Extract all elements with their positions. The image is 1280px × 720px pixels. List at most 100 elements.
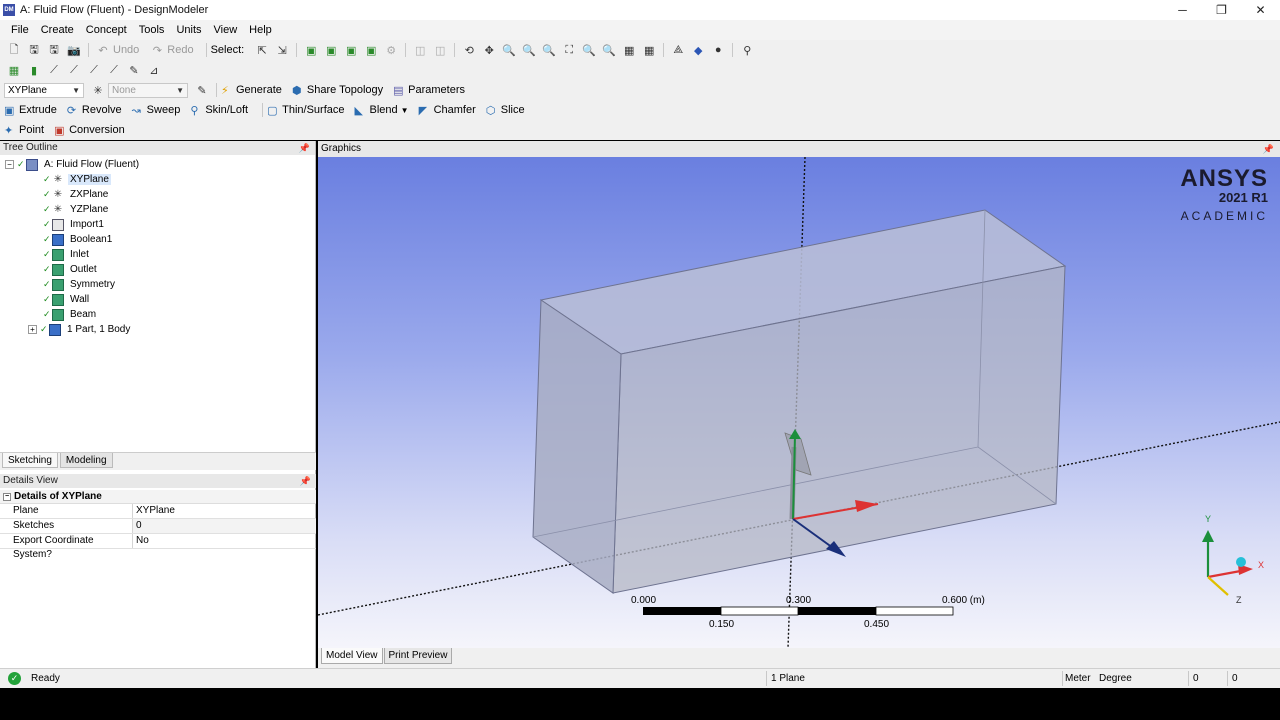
menu-view[interactable]: View — [208, 24, 244, 36]
details-value[interactable]: 0 — [133, 519, 316, 533]
menu-create[interactable]: Create — [35, 24, 80, 36]
box-select-icon[interactable]: ◫ — [412, 42, 428, 58]
details-value[interactable]: No — [133, 534, 316, 548]
display-model-icon[interactable]: ◆ — [690, 42, 706, 58]
tree-item-import1[interactable]: ✓ Import1 — [43, 217, 106, 232]
tab-modeling[interactable]: Modeling — [59, 453, 113, 468]
extrude-button[interactable]: ▣ Extrude — [4, 104, 57, 117]
generate-button[interactable]: ⚡ Generate — [221, 84, 282, 97]
new-icon[interactable]: 🗋 — [6, 42, 22, 58]
expand-icon[interactable]: + — [28, 325, 37, 334]
tree-item-parts[interactable]: + ✓ 1 Part, 1 Body — [28, 322, 132, 337]
new-plane-icon[interactable]: ✳ — [90, 82, 106, 98]
model-canvas[interactable] — [318, 157, 1280, 648]
edge-highlight-icon[interactable]: ✎ — [126, 62, 142, 78]
tree-item-yzplane[interactable]: ✓ ✳ YZPlane — [43, 202, 110, 217]
select-mode-icon[interactable]: ⇱ — [254, 42, 270, 58]
tree-item-outlet[interactable]: ✓ Outlet — [43, 262, 99, 277]
tree-item-wall[interactable]: ✓ Wall — [43, 292, 91, 307]
magnifier-icon[interactable]: 🔍 — [601, 42, 617, 58]
edge-vertex-icon[interactable]: ⊿ — [146, 62, 162, 78]
sketch-combo[interactable]: None ▼ — [108, 82, 188, 98]
conversion-button[interactable]: ▣ Conversion — [54, 124, 125, 137]
edge-options-icon[interactable]: ⟋ — [46, 62, 62, 78]
details-row-sketches[interactable]: Sketches 0 — [0, 519, 316, 534]
edge-coloring-icon[interactable]: ▮ — [26, 62, 42, 78]
tree-item-zxplane[interactable]: ✓ ✳ ZXPlane — [43, 187, 110, 202]
save-as-icon[interactable]: 🖫 — [46, 42, 62, 58]
sweep-button[interactable]: ↝ Sweep — [132, 104, 181, 117]
redo-icon[interactable]: ↷ — [149, 42, 165, 58]
slice-button[interactable]: ⬡ Slice — [486, 104, 525, 117]
new-sketch-icon[interactable]: ✎ — [194, 82, 210, 98]
pin-icon[interactable]: 📌 — [1263, 141, 1274, 157]
minimize-button[interactable]: ─ — [1163, 0, 1202, 20]
check-icon: ✓ — [43, 264, 51, 274]
pin-icon[interactable]: 📌 — [300, 474, 311, 488]
menu-units[interactable]: Units — [170, 24, 207, 36]
details-value[interactable]: XYPlane — [133, 504, 316, 518]
skinloft-button[interactable]: ⚲ Skin/Loft — [190, 104, 248, 117]
menu-help[interactable]: Help — [243, 24, 278, 36]
select-faces-icon[interactable]: ▣ — [343, 42, 359, 58]
menu-tools[interactable]: Tools — [133, 24, 171, 36]
chamfer-button[interactable]: ◤ Chamfer — [419, 104, 476, 117]
select-edges-icon[interactable]: ▣ — [323, 42, 339, 58]
tab-print-preview[interactable]: Print Preview — [383, 648, 453, 664]
pan-icon[interactable]: ✥ — [481, 42, 497, 58]
next-view-icon[interactable]: ▦ — [641, 42, 657, 58]
undo-button[interactable]: Undo — [113, 44, 139, 56]
menu-concept[interactable]: Concept — [80, 24, 133, 36]
select-bodies-icon[interactable]: ▣ — [363, 42, 379, 58]
close-button[interactable]: ✕ — [1241, 0, 1280, 20]
plane-combo[interactable]: XYPlane ▼ — [4, 82, 84, 98]
pin-icon[interactable]: 📌 — [299, 141, 310, 155]
zoom-fit-icon[interactable]: ⛶ — [561, 42, 577, 58]
rotate-icon[interactable]: ⟲ — [461, 42, 477, 58]
restore-button[interactable]: ❐ — [1202, 0, 1241, 20]
redo-button[interactable]: Redo — [167, 44, 193, 56]
undo-icon[interactable]: ↶ — [95, 42, 111, 58]
tree-item-inlet[interactable]: ✓ Inlet — [43, 247, 91, 262]
display-point-icon[interactable]: ● — [710, 42, 726, 58]
select-points-icon[interactable]: ▣ — [303, 42, 319, 58]
zoom-icon[interactable]: 🔍 — [501, 42, 517, 58]
tree-item-label: Import1 — [70, 219, 104, 230]
details-row-export[interactable]: Export Coordinate System? No — [0, 534, 316, 560]
collapse-icon[interactable]: − — [5, 160, 14, 169]
details-group-header[interactable]: − Details of XYPlane — [0, 490, 316, 504]
tree-item-boolean1[interactable]: ✓ Boolean1 — [43, 232, 114, 247]
blend-button[interactable]: ◣ Blend ▼ — [355, 104, 409, 117]
edge-thick-icon[interactable]: ⟋ — [86, 62, 102, 78]
thinsurface-button[interactable]: ▢ Thin/Surface — [267, 104, 344, 117]
tree-root[interactable]: − ✓ A: Fluid Flow (Fluent) — [5, 157, 141, 172]
previous-view-icon[interactable]: ▦ — [621, 42, 637, 58]
point-button[interactable]: ✦ Point — [4, 124, 44, 137]
revolve-button[interactable]: ⟳ Revolve — [67, 104, 122, 117]
extend-selection-icon[interactable]: ⚙ — [383, 42, 399, 58]
zoom-to-fit-icon[interactable]: 🔍 — [581, 42, 597, 58]
tree-item-xyplane[interactable]: ✓ ✳ XYPlane — [43, 172, 111, 187]
edge-show-icon[interactable]: ⟋ — [106, 62, 122, 78]
zoom-in-icon[interactable]: 🔍 — [521, 42, 537, 58]
share-topology-button[interactable]: ⬢ Share Topology — [292, 84, 383, 97]
tab-sketching[interactable]: Sketching — [2, 453, 58, 468]
tree-item-symmetry[interactable]: ✓ Symmetry — [43, 277, 117, 292]
screenshot-icon[interactable]: 📷 — [66, 42, 82, 58]
box-select2-icon[interactable]: ◫ — [432, 42, 448, 58]
save-icon[interactable]: 🖫 — [26, 42, 42, 58]
measure-icon[interactable]: ⚲ — [739, 42, 755, 58]
select-filter-icon[interactable]: ⇲ — [274, 42, 290, 58]
parameters-button[interactable]: ▤ Parameters — [393, 84, 465, 97]
zoom-box-icon[interactable]: 🔍 — [541, 42, 557, 58]
collapse-icon[interactable]: − — [3, 492, 11, 501]
separator — [216, 83, 217, 97]
tree-item-beam[interactable]: ✓ Beam — [43, 307, 98, 322]
tab-model-view[interactable]: Model View — [321, 648, 383, 664]
menu-file[interactable]: File — [5, 24, 35, 36]
details-row-plane[interactable]: Plane XYPlane — [0, 504, 316, 519]
display-edges-icon[interactable]: ▦ — [6, 62, 22, 78]
edge-joints-icon[interactable]: ⟋ — [66, 62, 82, 78]
triad-icon[interactable]: ⟁ — [670, 42, 686, 58]
graphics-viewport[interactable]: ANSYS 2021 R1 ACADEMIC 0.000 0.300 0.600… — [318, 157, 1280, 648]
